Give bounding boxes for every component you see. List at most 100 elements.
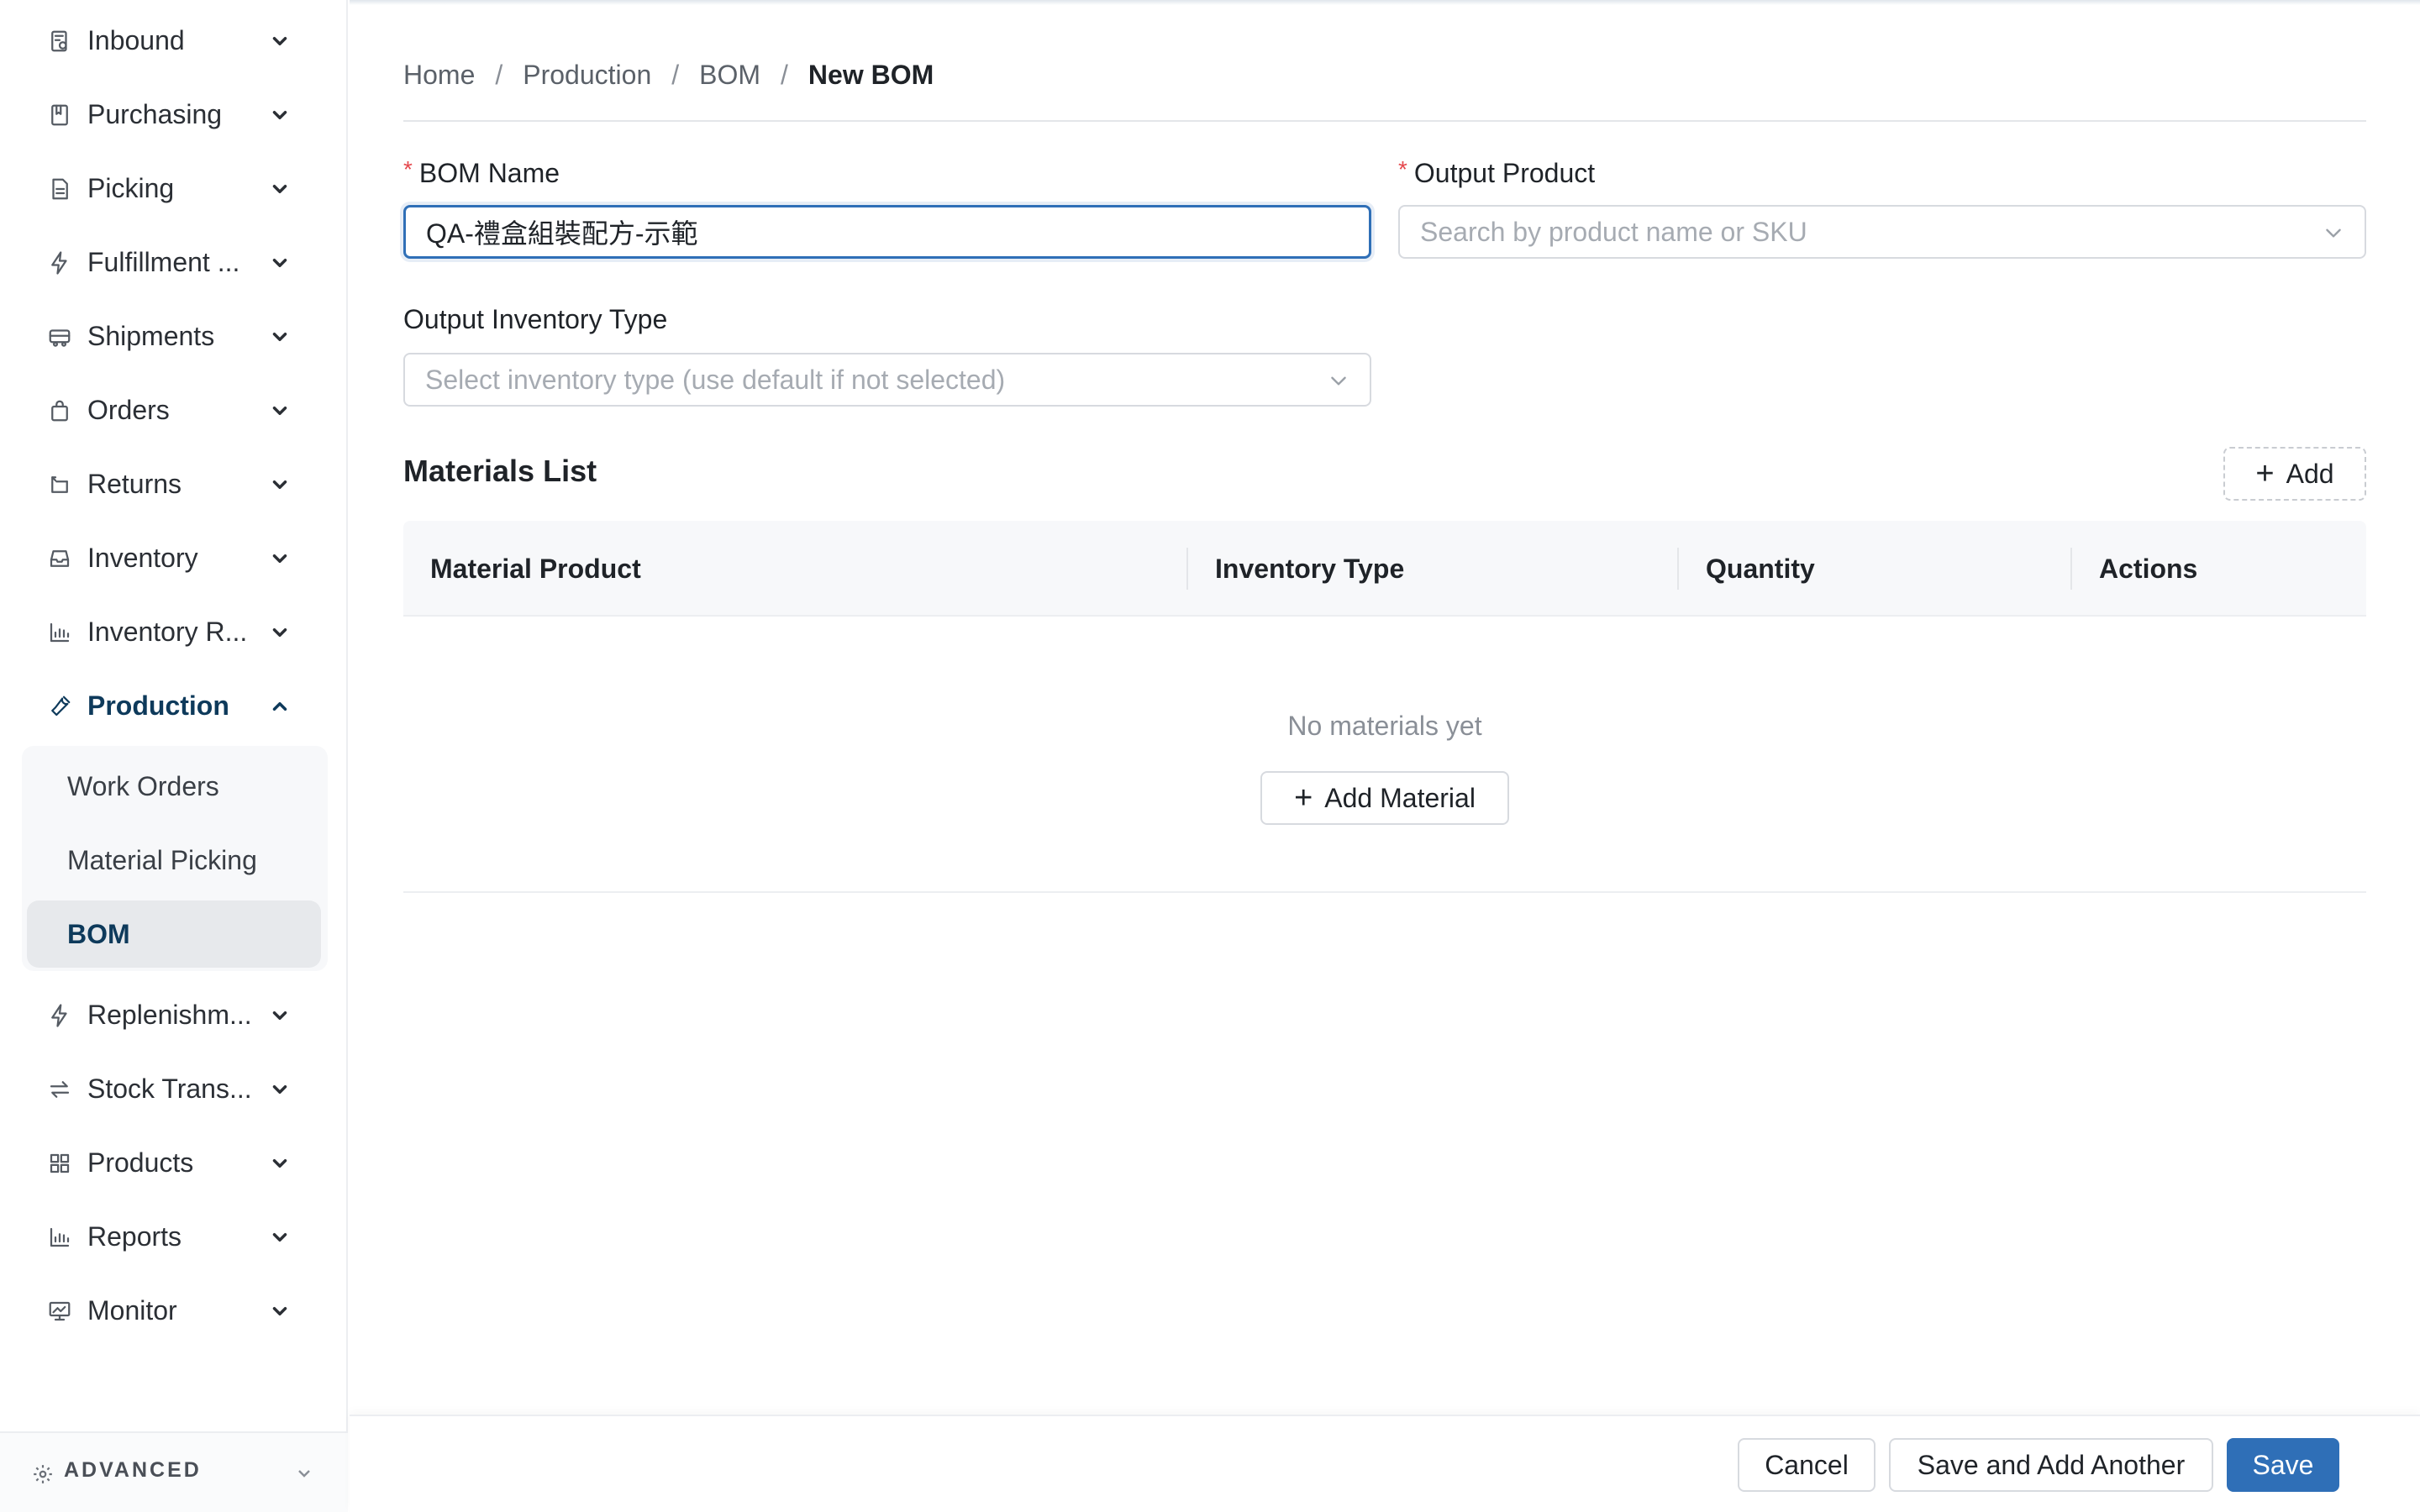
required-mark: *	[403, 156, 413, 182]
sidebar-item-label: Inventory R...	[87, 617, 248, 647]
lightning-icon	[47, 1003, 72, 1028]
sidebar-item-inventory-reports[interactable]: Inventory R...	[0, 601, 348, 662]
shopping-bag-icon	[47, 398, 72, 423]
top-shadow	[350, 0, 2420, 5]
advanced-label: ADVANCED	[64, 1458, 202, 1482]
cancel-button[interactable]: Cancel	[1738, 1438, 1876, 1492]
sidebar: Inbound Purchasing Picking Fulfillment .…	[0, 0, 348, 1512]
output-product-label: * Output Product	[1398, 156, 1595, 189]
sidebar-item-picking[interactable]: Picking	[0, 158, 348, 218]
chevron-down-icon	[269, 622, 291, 643]
sidebar-item-inbound[interactable]: Inbound	[0, 10, 348, 71]
submenu-item-work-orders[interactable]: Work Orders	[67, 756, 219, 816]
chevron-down-icon	[269, 178, 291, 200]
chevron-down-icon	[269, 1152, 291, 1174]
sidebar-item-label: Stock Trans...	[87, 1074, 252, 1104]
column-header-actions: Actions	[2099, 554, 2198, 584]
return-icon	[47, 472, 72, 497]
chevron-down-icon	[269, 326, 291, 348]
inbound-icon	[47, 29, 72, 54]
sidebar-item-replenishment[interactable]: Replenishm...	[0, 984, 348, 1045]
column-divider	[2070, 548, 2072, 590]
column-divider	[1186, 548, 1188, 590]
monitor-icon	[47, 1299, 72, 1324]
plus-icon: +	[2255, 456, 2275, 491]
bom-name-label: * BOM Name	[403, 156, 560, 189]
bar-chart-icon	[47, 620, 72, 645]
breadcrumb: Home / Production / BOM / New BOM	[403, 55, 934, 94]
column-divider	[1677, 548, 1679, 590]
chevron-down-icon	[269, 1079, 291, 1100]
sidebar-item-products[interactable]: Products	[0, 1132, 348, 1193]
sidebar-item-label: Production	[87, 690, 229, 721]
sidebar-item-production[interactable]: Production	[0, 675, 348, 736]
sidebar-item-label: Monitor	[87, 1295, 177, 1326]
chevron-down-icon	[1328, 370, 1349, 391]
add-button-label: Add	[2286, 458, 2334, 489]
add-material-row-button[interactable]: + Add	[2223, 447, 2366, 501]
chevron-down-icon	[269, 1300, 291, 1322]
add-material-button[interactable]: + Add Material	[1260, 771, 1509, 825]
save-and-add-another-button[interactable]: Save and Add Another	[1889, 1438, 2213, 1492]
sidebar-item-reports[interactable]: Reports	[0, 1206, 348, 1267]
chevron-down-icon	[294, 1463, 314, 1483]
sidebar-item-label: Purchasing	[87, 99, 223, 129]
breadcrumb-separator: /	[495, 59, 503, 90]
bom-name-label-text: BOM Name	[418, 158, 560, 188]
sidebar-item-label: Inbound	[87, 25, 185, 55]
sidebar-item-label: Products	[87, 1147, 194, 1178]
sidebar-item-label: Reports	[87, 1221, 182, 1252]
sidebar-item-label: Picking	[87, 173, 175, 203]
sidebar-item-purchasing[interactable]: Purchasing	[0, 84, 348, 144]
chevron-down-icon	[269, 474, 291, 496]
breadcrumb-home[interactable]: Home	[403, 60, 475, 91]
output-product-placeholder: Search by product name or SKU	[1420, 217, 1807, 247]
empty-state-text: No materials yet	[1287, 711, 1482, 741]
sidebar-item-returns[interactable]: Returns	[0, 454, 348, 514]
purchasing-icon	[47, 102, 72, 128]
submenu-item-material-picking[interactable]: Material Picking	[67, 830, 257, 890]
grid-icon	[47, 1151, 72, 1176]
plus-icon: +	[1294, 780, 1313, 816]
sidebar-item-label: Shipments	[87, 321, 215, 351]
required-mark: *	[1398, 156, 1407, 182]
column-header-quantity: Quantity	[1706, 554, 1815, 584]
sidebar-item-label: Fulfillment ...	[87, 247, 240, 277]
breadcrumb-production[interactable]: Production	[523, 60, 651, 91]
gear-icon	[32, 1463, 54, 1485]
output-product-select[interactable]: Search by product name or SKU	[1398, 205, 2366, 259]
chevron-down-icon	[269, 548, 291, 570]
chevron-down-icon	[269, 1226, 291, 1248]
sidebar-item-label: Orders	[87, 395, 170, 425]
column-header-inventory-type: Inventory Type	[1215, 554, 1405, 584]
output-inventory-type-placeholder: Select inventory type (use default if no…	[425, 365, 1006, 395]
sidebar-item-stock-transfer[interactable]: Stock Trans...	[0, 1058, 348, 1119]
chevron-down-icon	[269, 400, 291, 422]
bom-name-input[interactable]	[403, 205, 1371, 259]
breadcrumb-bom[interactable]: BOM	[699, 60, 760, 91]
bar-chart-icon	[47, 1225, 72, 1250]
truck-icon	[47, 324, 72, 349]
sidebar-item-inventory[interactable]: Inventory	[0, 528, 348, 588]
output-inventory-type-label: Output Inventory Type	[403, 304, 668, 334]
inbox-icon	[47, 546, 72, 571]
save-button[interactable]: Save	[2227, 1438, 2339, 1492]
submenu-item-bom[interactable]: BOM	[67, 904, 130, 964]
sidebar-item-monitor[interactable]: Monitor	[0, 1280, 348, 1341]
sidebar-item-label: Inventory	[87, 543, 198, 573]
table-bottom-divider	[403, 891, 2366, 893]
sidebar-item-label: Replenishm...	[87, 1000, 252, 1030]
add-material-label: Add Material	[1324, 782, 1476, 813]
materials-list-title: Materials List	[403, 454, 597, 488]
sidebar-item-orders[interactable]: Orders	[0, 380, 348, 440]
sidebar-item-fulfillment[interactable]: Fulfillment ...	[0, 232, 348, 292]
output-product-label-text: Output Product	[1413, 158, 1596, 188]
advanced-toggle[interactable]: ADVANCED	[0, 1431, 348, 1512]
breadcrumb-divider	[403, 120, 2366, 122]
chevron-down-icon	[269, 104, 291, 126]
column-header-material-product: Material Product	[430, 554, 641, 584]
output-inventory-type-select[interactable]: Select inventory type (use default if no…	[403, 353, 1371, 407]
sidebar-item-shipments[interactable]: Shipments	[0, 306, 348, 366]
chevron-up-icon	[269, 696, 291, 717]
wrench-icon	[47, 694, 72, 719]
